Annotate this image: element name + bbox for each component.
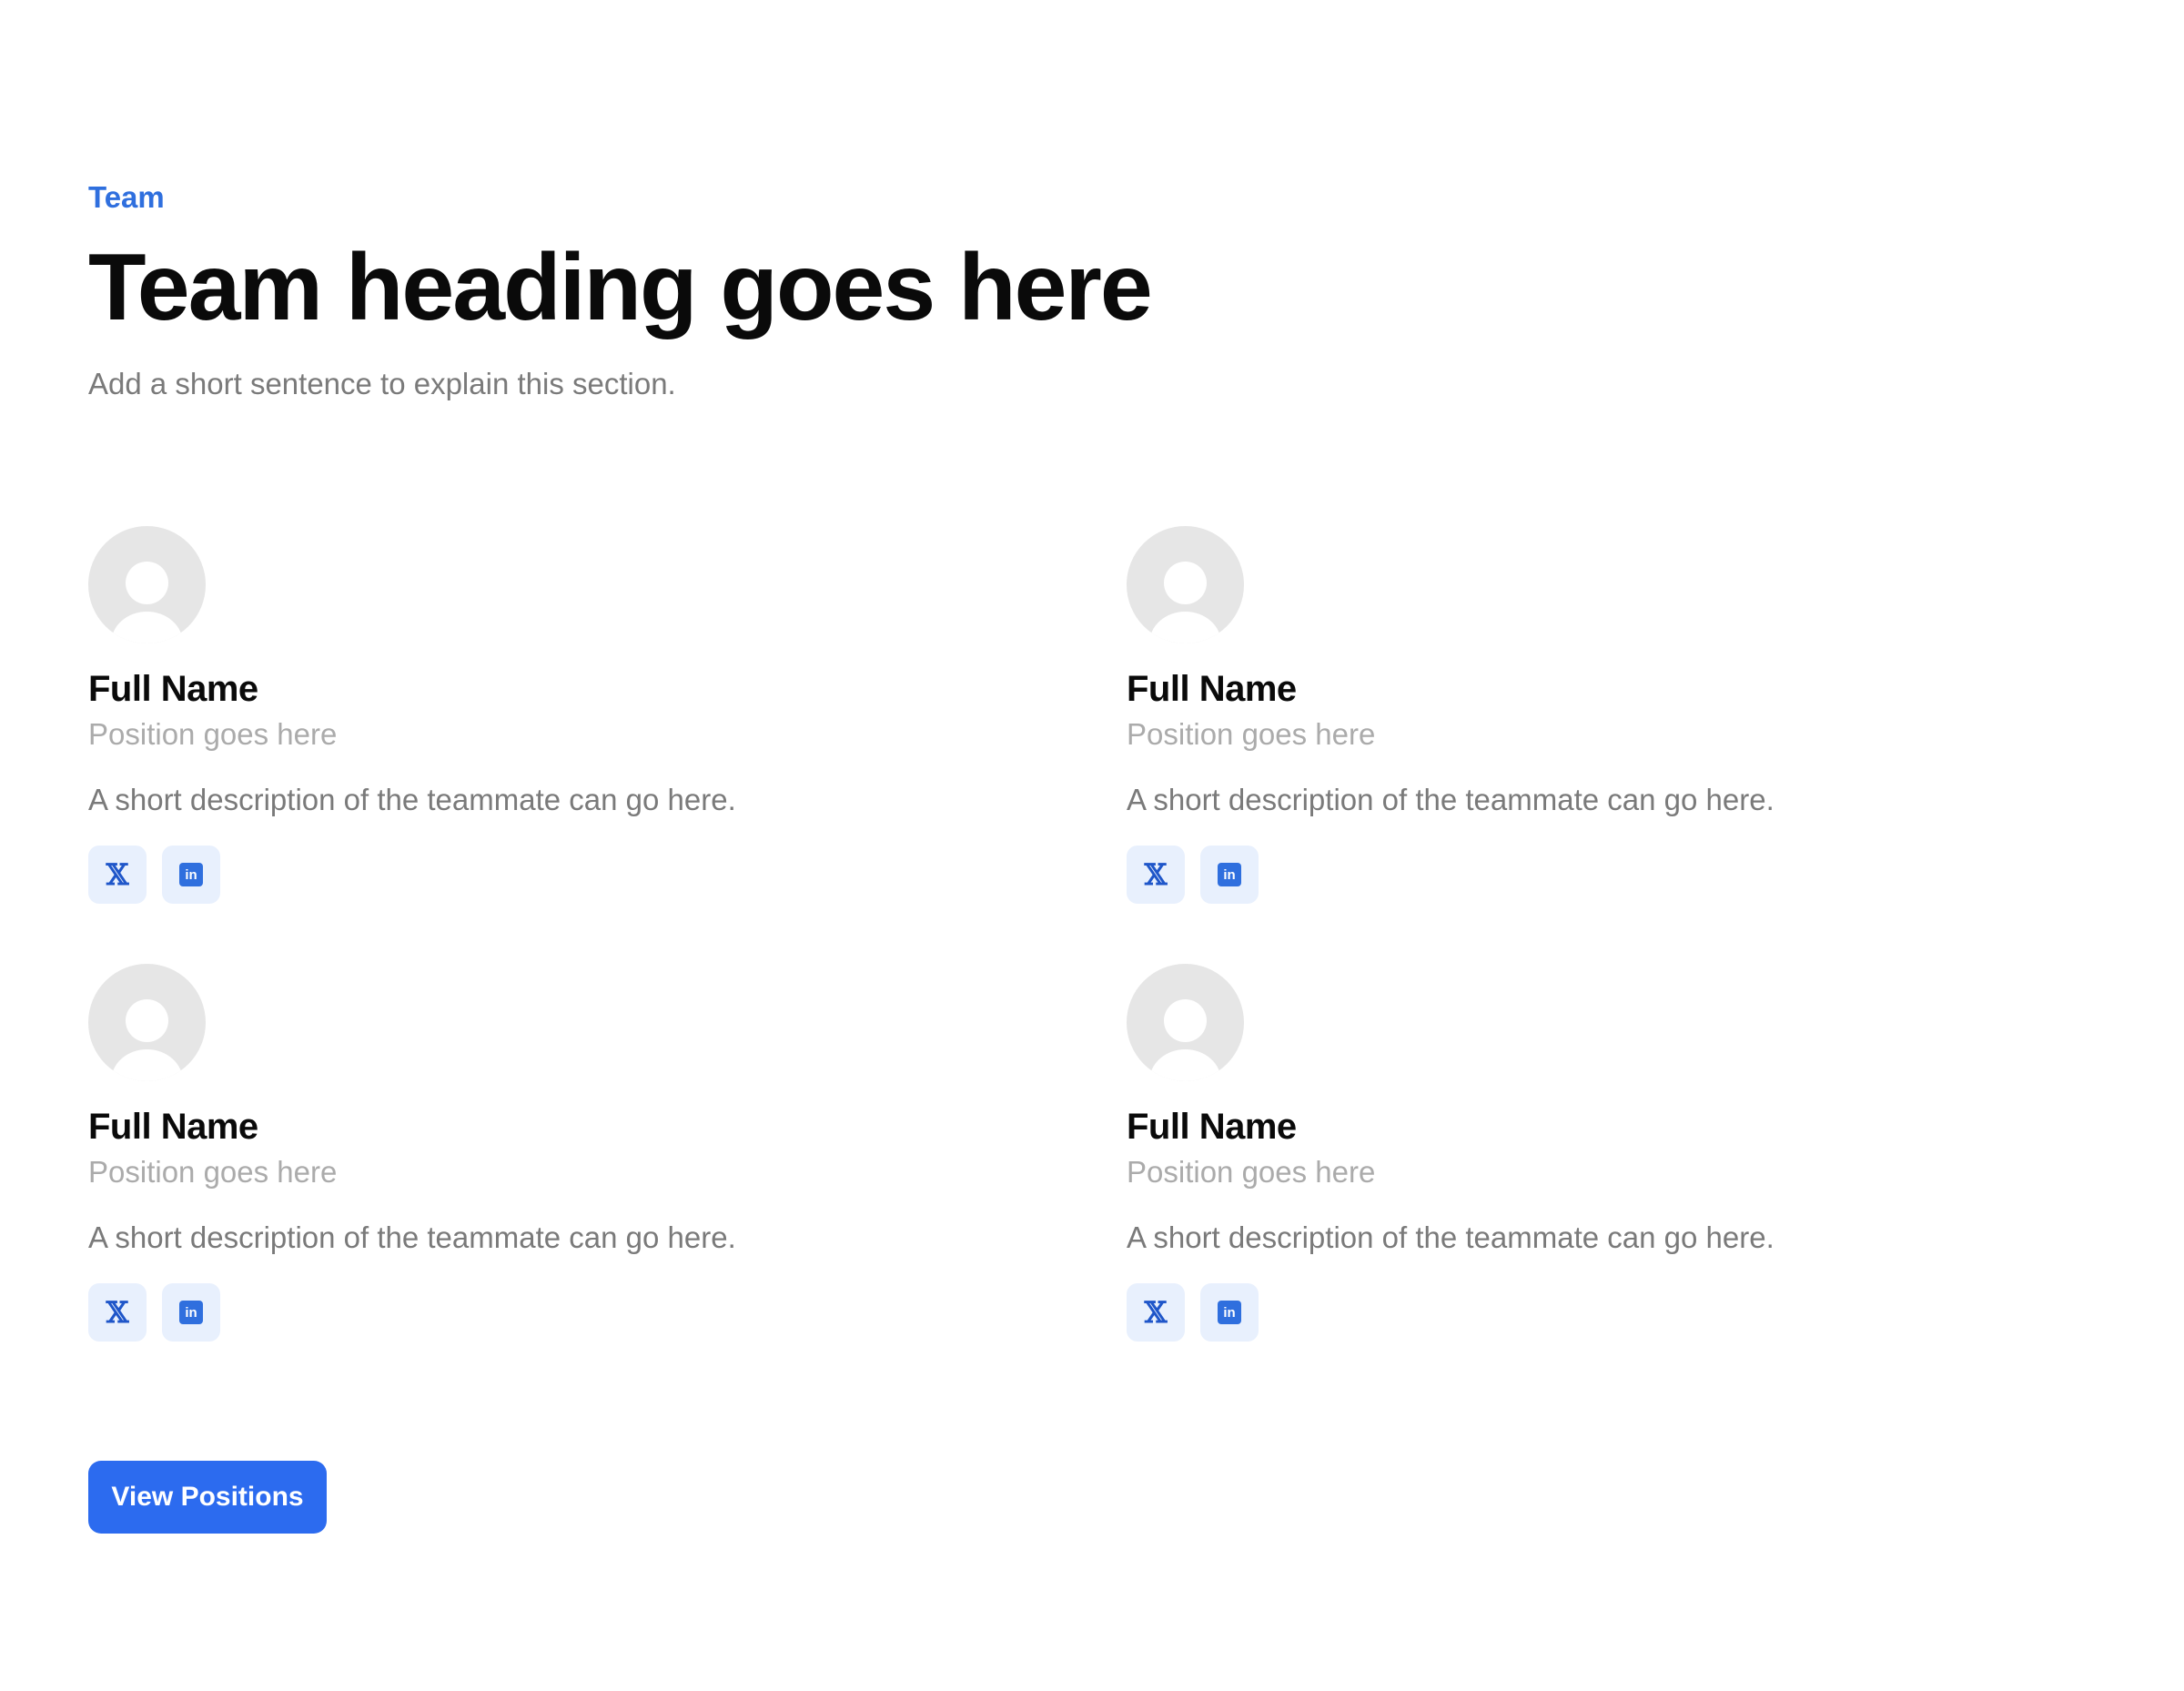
x-link-button[interactable]: 𝕏 (1127, 846, 1185, 904)
member-description: A short description of the teammate can … (1127, 1220, 1774, 1254)
member-description: A short description of the teammate can … (1127, 783, 1774, 816)
avatar-placeholder-icon (1127, 964, 1244, 1081)
member-name: Full Name (1127, 669, 1297, 709)
x-icon: 𝕏 (1144, 1295, 1168, 1330)
x-link-button[interactable]: 𝕏 (1127, 1283, 1185, 1342)
linkedin-link-button[interactable]: in (162, 846, 220, 904)
page-title: Team heading goes here (88, 235, 1153, 340)
avatar-placeholder-icon (88, 964, 206, 1081)
member-name: Full Name (88, 1107, 258, 1147)
linkedin-icon: in (1218, 863, 1241, 886)
member-position: Position goes here (88, 1155, 338, 1189)
member-position: Position goes here (1127, 717, 1376, 751)
member-position: Position goes here (88, 717, 338, 751)
linkedin-icon: in (179, 1301, 203, 1324)
linkedin-link-button[interactable]: in (1200, 846, 1259, 904)
x-link-button[interactable]: 𝕏 (88, 846, 147, 904)
social-links: 𝕏 in (1127, 1283, 1259, 1342)
social-links: 𝕏 in (88, 846, 220, 904)
avatar-placeholder-icon (1127, 526, 1244, 643)
view-positions-button[interactable]: View Positions (88, 1461, 327, 1534)
section-subtitle: Add a short sentence to explain this sec… (88, 367, 676, 400)
section-eyebrow: Team (88, 180, 165, 214)
linkedin-link-button[interactable]: in (1200, 1283, 1259, 1342)
social-links: 𝕏 in (1127, 846, 1259, 904)
x-link-button[interactable]: 𝕏 (88, 1283, 147, 1342)
avatar-placeholder-icon (88, 526, 206, 643)
x-icon: 𝕏 (1144, 857, 1168, 892)
team-section: Team Team heading goes here Add a short … (0, 0, 2184, 1691)
member-description: A short description of the teammate can … (88, 1220, 736, 1254)
social-links: 𝕏 in (88, 1283, 220, 1342)
member-name: Full Name (88, 669, 258, 709)
member-position: Position goes here (1127, 1155, 1376, 1189)
member-description: A short description of the teammate can … (88, 783, 736, 816)
linkedin-icon: in (1218, 1301, 1241, 1324)
member-name: Full Name (1127, 1107, 1297, 1147)
x-icon: 𝕏 (106, 1295, 129, 1330)
linkedin-link-button[interactable]: in (162, 1283, 220, 1342)
linkedin-icon: in (179, 863, 203, 886)
x-icon: 𝕏 (106, 857, 129, 892)
